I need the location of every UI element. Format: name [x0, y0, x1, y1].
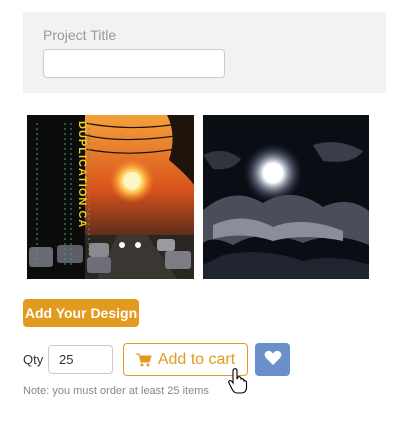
sunset-street-cover-image: DUPLICATION.CA [27, 115, 194, 279]
cover-preview-left[interactable]: DUPLICATION.CA [27, 115, 194, 279]
moon-clouds-cover-image [203, 115, 369, 279]
cover-preview-right[interactable] [203, 115, 369, 279]
qty-label: Qty [23, 352, 44, 367]
minimum-order-note: Note: you must order at least 25 items [23, 385, 209, 397]
project-title-label: Project Title [43, 27, 117, 43]
project-title-panel: Project Title [23, 12, 386, 93]
heart-icon [264, 350, 282, 369]
cover-spine-text: DUPLICATION.CA [76, 121, 88, 228]
add-your-design-button[interactable]: Add Your Design [23, 299, 139, 327]
wishlist-button[interactable] [255, 343, 290, 376]
cart-icon [135, 353, 152, 367]
add-to-cart-label: Add to cart [157, 350, 236, 368]
hand-pointer-cursor-icon [228, 368, 248, 399]
project-title-input[interactable] [43, 49, 225, 78]
quantity-input[interactable] [48, 345, 113, 374]
